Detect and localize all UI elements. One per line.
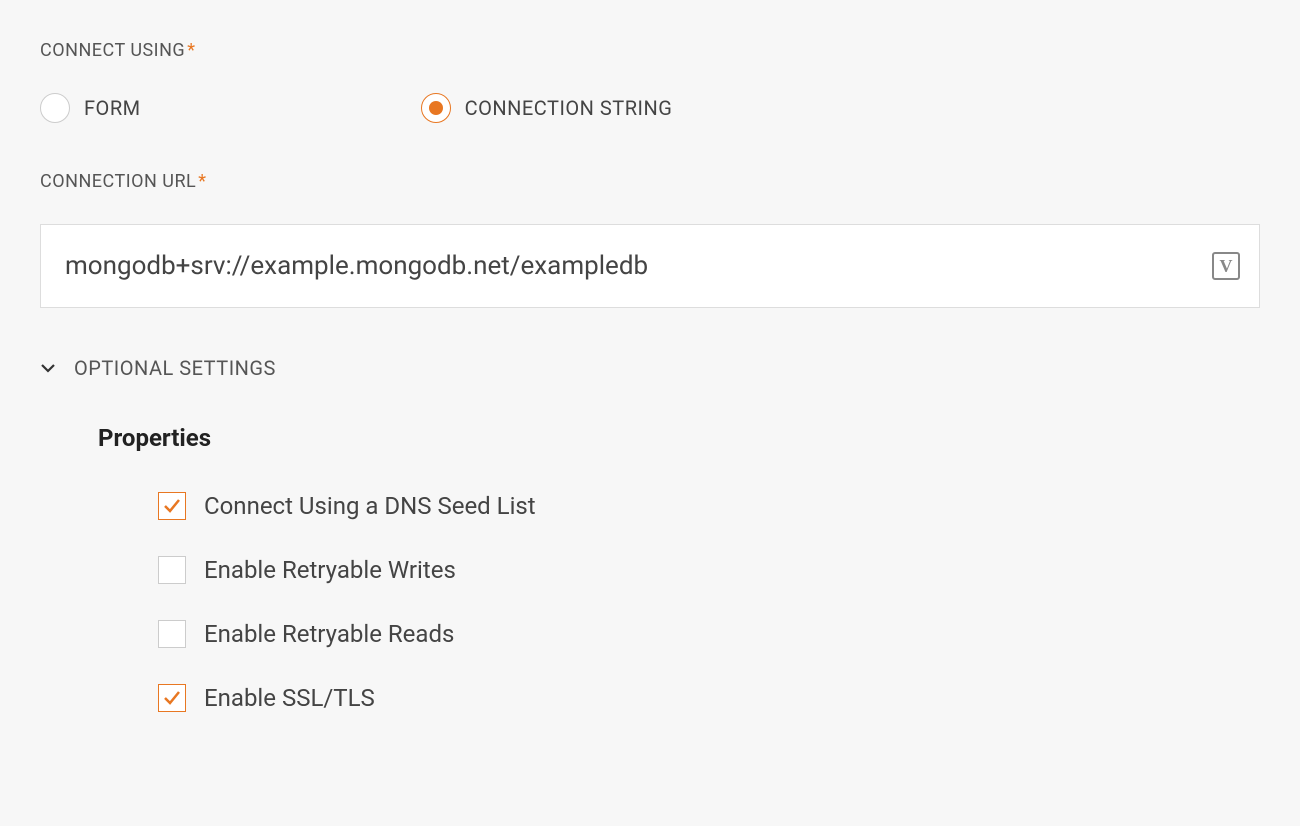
required-star-icon: * [198, 171, 206, 192]
checkbox-dns-seed-list[interactable]: Connect Using a DNS Seed List [158, 492, 1260, 520]
connect-using-label: CONNECT USING* [40, 40, 1260, 61]
connect-using-radio-group: FORM CONNECTION STRING [40, 93, 1260, 123]
radio-icon [421, 93, 451, 123]
optional-settings-label: OPTIONAL SETTINGS [74, 356, 276, 380]
checkbox-label: Enable Retryable Writes [204, 556, 456, 584]
radio-option-form[interactable]: FORM [40, 93, 141, 123]
connection-url-label: CONNECTION URL* [40, 171, 1260, 192]
chevron-down-icon [40, 360, 56, 376]
required-star-icon: * [187, 40, 195, 61]
checkbox-label: Connect Using a DNS Seed List [204, 492, 536, 520]
checkbox-label: Enable SSL/TLS [204, 684, 375, 712]
radio-label: CONNECTION STRING [465, 96, 673, 120]
connection-url-input[interactable] [40, 224, 1260, 308]
checkbox-icon [158, 492, 186, 520]
optional-settings-toggle[interactable]: OPTIONAL SETTINGS [40, 356, 1260, 380]
radio-option-connection-string[interactable]: CONNECTION STRING [421, 93, 673, 123]
checkbox-icon [158, 684, 186, 712]
radio-label: FORM [84, 96, 141, 120]
checkbox-label: Enable Retryable Reads [204, 620, 454, 648]
checkbox-retryable-writes[interactable]: Enable Retryable Writes [158, 556, 1260, 584]
checkbox-icon [158, 620, 186, 648]
radio-icon [40, 93, 70, 123]
checkbox-icon [158, 556, 186, 584]
checkbox-ssl-tls[interactable]: Enable SSL/TLS [158, 684, 1260, 712]
properties-heading: Properties [98, 424, 1260, 452]
checkbox-retryable-reads[interactable]: Enable Retryable Reads [158, 620, 1260, 648]
vault-icon[interactable]: V [1212, 252, 1240, 280]
properties-list: Connect Using a DNS Seed List Enable Ret… [158, 492, 1260, 712]
